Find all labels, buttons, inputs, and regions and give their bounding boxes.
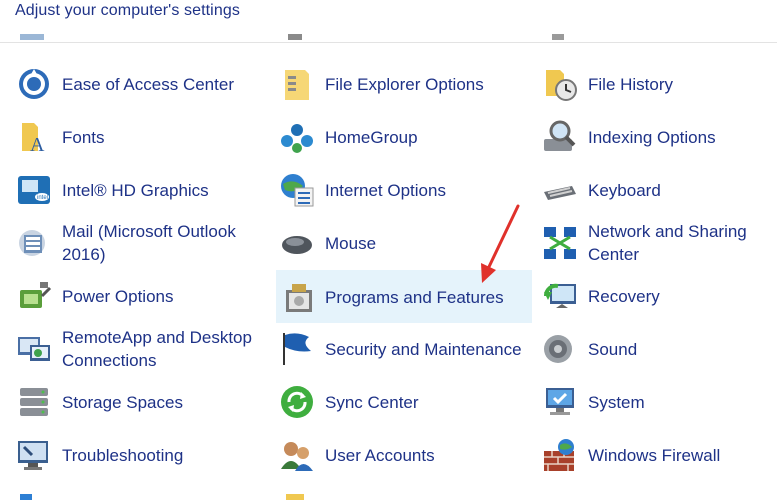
- mouse-icon: [279, 225, 315, 261]
- item-label: Fonts: [62, 128, 105, 147]
- item-label: Intel® HD Graphics: [62, 181, 209, 200]
- fonts-icon: A: [16, 119, 52, 155]
- item-label: Storage Spaces: [62, 393, 183, 412]
- item-label: Ease of Access Center: [62, 75, 234, 94]
- troubleshooting-icon: [16, 437, 52, 473]
- item-label: Internet Options: [325, 181, 446, 200]
- item-label: Programs and Features: [325, 288, 504, 307]
- item-label: User Accounts: [325, 446, 435, 465]
- keyboard-icon: [542, 172, 578, 208]
- item-security-and-maintenance[interactable]: Security and Maintenance: [279, 331, 532, 384]
- system-icon: [542, 384, 578, 420]
- item-label-line2: 2016): [62, 245, 106, 264]
- sync-icon: [279, 384, 315, 420]
- item-label: Recovery: [588, 287, 660, 306]
- homegroup-icon: [279, 119, 315, 155]
- partial-icon: [288, 34, 302, 40]
- svg-text:intel: intel: [37, 195, 48, 201]
- item-ease-of-access-center[interactable]: Ease of Access Center: [16, 66, 266, 119]
- item-sync-center[interactable]: Sync Center: [279, 384, 532, 437]
- recovery-icon: [542, 278, 578, 314]
- remoteapp-icon: [16, 331, 52, 367]
- item-label: Windows Firewall: [588, 446, 721, 465]
- item-file-explorer-options[interactable]: File Explorer Options: [279, 66, 532, 119]
- item-troubleshooting[interactable]: Troubleshooting: [16, 437, 266, 490]
- item-mail[interactable]: Mail (Microsoft Outlook 2016): [16, 216, 266, 276]
- item-label: Sound: [588, 340, 638, 359]
- item-fonts[interactable]: A Fonts: [16, 119, 266, 172]
- item-label: Power Options: [62, 287, 174, 306]
- security-flag-icon: [279, 331, 315, 367]
- partial-icon: [20, 34, 44, 40]
- network-icon: [542, 225, 578, 261]
- storage-icon: [16, 384, 52, 420]
- page-title: Adjust your computer's settings: [15, 2, 240, 19]
- item-label-line2: Center: [588, 245, 640, 264]
- firewall-icon: [542, 437, 578, 473]
- programs-icon: [282, 280, 318, 316]
- item-label: Troubleshooting: [62, 446, 184, 465]
- intel-graphics-icon: intel: [16, 172, 52, 208]
- item-network-and-sharing-center[interactable]: Network and Sharing Center: [542, 216, 772, 276]
- indexing-icon: [542, 119, 578, 155]
- item-storage-spaces[interactable]: Storage Spaces: [16, 384, 266, 437]
- item-windows-firewall[interactable]: Windows Firewall: [542, 437, 772, 490]
- item-label: File Explorer Options: [325, 75, 484, 94]
- ease-of-access-icon: [16, 66, 52, 102]
- item-label-line2: Connections: [62, 351, 157, 370]
- internet-options-icon: [279, 172, 315, 208]
- item-label-line1: Network and Sharing: [588, 222, 747, 241]
- item-user-accounts[interactable]: User Accounts: [279, 437, 532, 490]
- partial-icon: [20, 494, 32, 500]
- power-icon: [16, 278, 52, 314]
- partial-icon: [552, 34, 564, 40]
- item-label: Keyboard: [588, 181, 661, 200]
- item-indexing-options[interactable]: Indexing Options: [542, 119, 772, 172]
- item-file-history[interactable]: File History: [542, 66, 772, 119]
- user-accounts-icon: [279, 437, 315, 473]
- item-label: File History: [588, 75, 674, 94]
- sound-icon: [542, 331, 578, 367]
- item-label: Sync Center: [325, 393, 419, 412]
- item-remoteapp[interactable]: RemoteApp and Desktop Connections: [16, 322, 266, 382]
- item-label: Security and Maintenance: [325, 340, 522, 359]
- mail-icon: [16, 225, 52, 261]
- item-recovery[interactable]: Recovery: [542, 278, 772, 331]
- item-label-line1: Mail (Microsoft Outlook: [62, 222, 236, 241]
- item-label-line1: RemoteApp and Desktop: [62, 328, 252, 347]
- file-history-icon: [542, 66, 578, 102]
- partial-icon: [286, 494, 304, 500]
- item-label: Mouse: [325, 234, 377, 253]
- item-label: Indexing Options: [588, 128, 716, 147]
- annotation-arrow-icon: [481, 204, 520, 283]
- folder-options-icon: [279, 66, 315, 102]
- item-label: System: [588, 393, 645, 412]
- header: Adjust your computer's settings: [0, 0, 777, 43]
- item-label: HomeGroup: [325, 128, 418, 147]
- svg-text:A: A: [30, 134, 45, 155]
- item-homegroup[interactable]: HomeGroup: [279, 119, 532, 172]
- item-sound[interactable]: Sound: [542, 331, 772, 384]
- item-system[interactable]: System: [542, 384, 772, 437]
